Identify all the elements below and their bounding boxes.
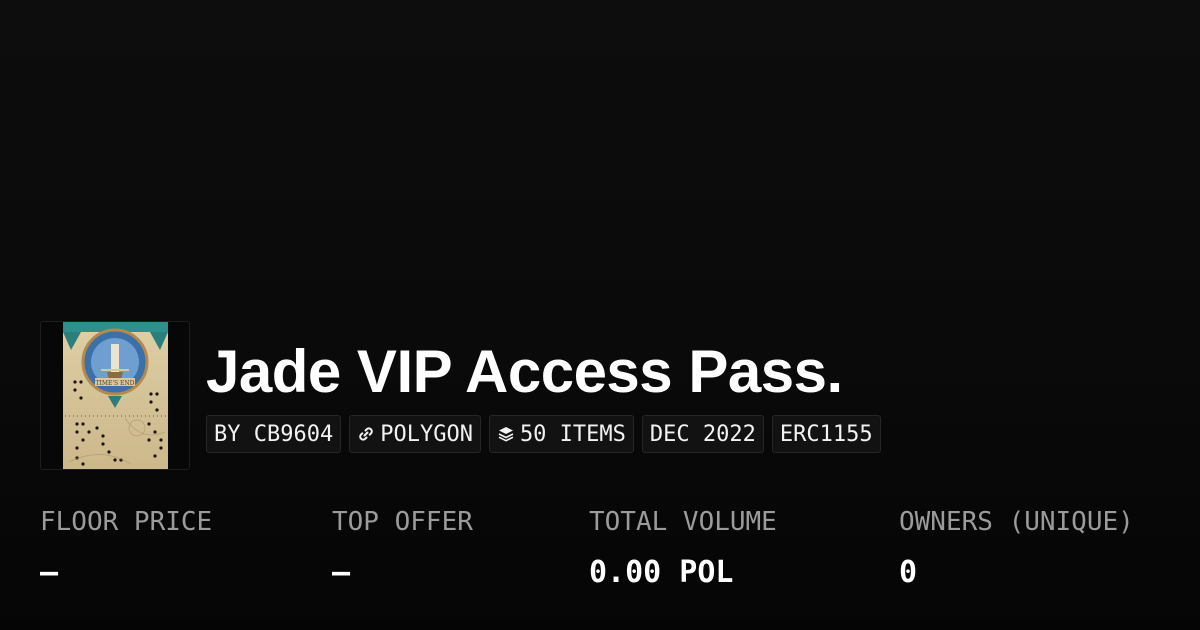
items-label: 50 ITEMS: [519, 421, 626, 447]
chain-link-icon: [357, 425, 375, 443]
stat-label: TOP OFFER: [332, 507, 473, 537]
stat-label: TOTAL VOLUME: [589, 507, 777, 537]
chain-label: POLYGON: [380, 421, 473, 447]
creator-badge[interactable]: BY CB9604: [206, 415, 342, 453]
layers-icon: [497, 425, 515, 443]
stat-label: FLOOR PRICE: [40, 507, 213, 537]
stat-total-volume: TOTAL VOLUME 0.00 POL: [589, 505, 777, 591]
stat-value: 0: [899, 555, 918, 590]
svg-text:TIME'S END: TIME'S END: [95, 380, 134, 387]
standard-badge: ERC1155: [771, 415, 881, 453]
collection-card: TIME'S END Jade VIP Access Pass. BY CB96…: [0, 0, 1200, 630]
collection-title: Jade VIP Access Pass.: [206, 338, 843, 405]
collection-thumbnail-art: TIME'S END: [41, 322, 189, 469]
collection-badges: BY CB9604 POLYGON 50 ITEMS DEC 2022 ERC1…: [206, 415, 881, 453]
stat-owners: OWNERS (UNIQUE) 0: [899, 505, 1134, 591]
standard-label: ERC1155: [779, 421, 873, 447]
stat-top-offer: TOP OFFER –: [332, 505, 473, 591]
creator-label: BY CB9604: [214, 421, 334, 447]
date-badge: DEC 2022: [641, 415, 764, 453]
chain-badge[interactable]: POLYGON: [349, 415, 481, 453]
stat-value: –: [40, 555, 59, 590]
stat-label: OWNERS (UNIQUE): [899, 507, 1134, 537]
stat-floor-price: FLOOR PRICE –: [40, 505, 212, 591]
stat-value: 0.00 POL: [589, 555, 734, 590]
stat-value: –: [332, 555, 351, 590]
date-label: DEC 2022: [649, 421, 756, 447]
collection-thumbnail[interactable]: TIME'S END: [40, 321, 190, 470]
items-badge[interactable]: 50 ITEMS: [488, 415, 634, 453]
